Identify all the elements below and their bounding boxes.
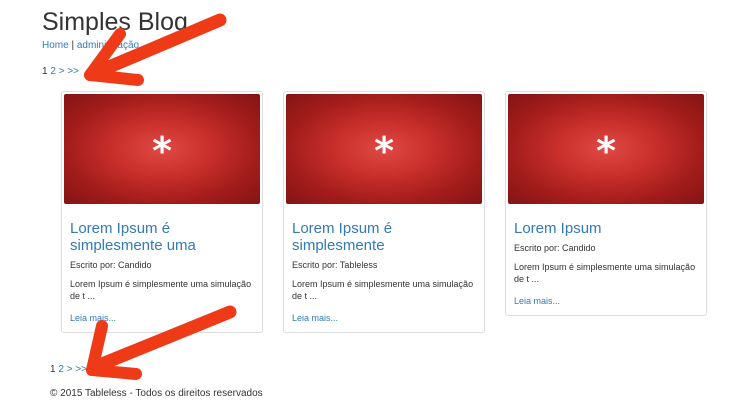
read-more-link[interactable]: Leia mais... (292, 313, 338, 323)
nav-home-link[interactable]: Home (42, 40, 69, 51)
post-excerpt: Lorem Ipsum é simplesmente uma simulação… (292, 279, 474, 301)
pagination-top: 1 2 > >> (42, 66, 79, 77)
post-excerpt: Lorem Ipsum é simplesmente uma simulação… (70, 279, 252, 301)
pagination-page-2-link[interactable]: 2 (50, 66, 56, 77)
post-card: * Lorem Ipsum é simplesmente uma Escrito… (61, 91, 263, 333)
post-author: Escrito por: Candido (70, 260, 152, 270)
placeholder-star-icon: * (152, 129, 172, 173)
post-image: * (286, 94, 482, 204)
post-title-link[interactable]: Lorem Ipsum é simplesmente (292, 220, 476, 254)
red-arrow-icon (84, 13, 227, 86)
pagination-page-2-link[interactable]: 2 (58, 364, 64, 375)
post-title-link[interactable]: Lorem Ipsum é simplesmente uma (70, 220, 254, 254)
pagination-current-page: 1 (50, 364, 56, 375)
post-image: * (508, 94, 704, 204)
pagination-next-link[interactable]: > (67, 364, 73, 375)
pagination-next-link[interactable]: > (59, 66, 65, 77)
post-card: * Lorem Ipsum Escrito por: Candido Lorem… (505, 91, 707, 316)
post-card: * Lorem Ipsum é simplesmente Escrito por… (283, 91, 485, 333)
footer-copyright: © 2015 Tableless - Todos os direitos res… (50, 388, 263, 399)
read-more-link[interactable]: Leia mais... (514, 296, 560, 306)
red-arrow-icon (86, 305, 237, 380)
placeholder-star-icon: * (374, 129, 394, 173)
post-image: * (64, 94, 260, 204)
pagination-current-page: 1 (42, 66, 48, 77)
pagination-last-link[interactable]: >> (67, 66, 79, 77)
post-author: Escrito por: Candido (514, 243, 596, 253)
nav-separator: | (68, 40, 77, 51)
placeholder-star-icon: * (596, 129, 616, 173)
post-excerpt: Lorem Ipsum é simplesmente uma simulação… (514, 262, 696, 284)
post-author: Escrito por: Tableless (292, 260, 378, 270)
post-title-link[interactable]: Lorem Ipsum (514, 220, 698, 237)
